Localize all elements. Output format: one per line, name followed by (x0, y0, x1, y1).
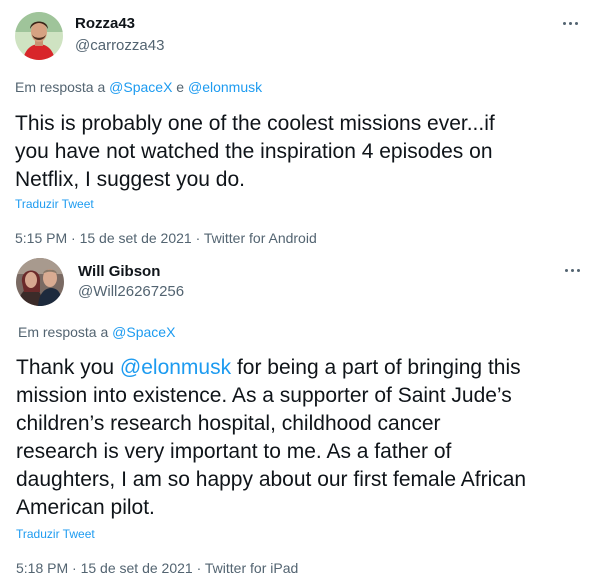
tweet-text-fragment: for being a part of bringing this (231, 356, 521, 379)
tweet-time[interactable]: 5:15 PM (15, 230, 67, 246)
translate-tweet-link[interactable]: Traduzir Tweet (16, 527, 95, 541)
avatar[interactable] (16, 258, 64, 306)
separator: · (191, 230, 204, 246)
tweet-source[interactable]: Twitter for iPad (205, 560, 298, 576)
reply-conjunction: e (172, 79, 188, 95)
tweet-text-line: Netflix, I suggest you do. (15, 168, 245, 191)
tweet-metadata: 5:18 PM · 15 de set de 2021 · Twitter fo… (16, 560, 298, 576)
translate-tweet-link[interactable]: Traduzir Tweet (15, 197, 94, 211)
reply-mention-spacex[interactable]: @SpaceX (109, 79, 172, 95)
tweet-text-line: research is very important to me. As a f… (16, 440, 452, 463)
tweet-card[interactable]: Will Gibson @Will26267256 Em resposta a … (0, 252, 595, 585)
avatar[interactable] (15, 12, 63, 60)
tweet-text-line: American pilot. (16, 496, 155, 519)
separator: · (68, 560, 81, 576)
tweet-metadata: 5:15 PM · 15 de set de 2021 · Twitter fo… (15, 230, 317, 246)
tweet-text-line: mission into existence. As a supporter o… (16, 384, 512, 407)
tweet-text: This is probably one of the coolest miss… (15, 110, 495, 194)
tweet-text-line: children’s research hospital, childhood … (16, 412, 441, 435)
separator: · (67, 230, 80, 246)
tweet-text-line: This is probably one of the coolest miss… (15, 112, 495, 135)
reply-mention-spacex[interactable]: @SpaceX (112, 324, 175, 340)
reply-prefix: Em resposta a (15, 79, 110, 95)
tweet-text-line: Thank you @elonmusk for being a part of … (16, 354, 526, 382)
user-handle[interactable]: @carrozza43 (75, 37, 164, 54)
profile-photo-icon (15, 12, 63, 60)
reply-mention-elonmusk[interactable]: @elonmusk (188, 79, 262, 95)
body-mention-elonmusk[interactable]: @elonmusk (120, 356, 231, 379)
profile-photo-icon (16, 258, 64, 306)
reply-context: Em resposta a @SpaceX e @elonmusk (15, 79, 262, 95)
display-name[interactable]: Rozza43 (75, 15, 135, 32)
reply-prefix: Em resposta a (18, 324, 113, 340)
tweet-text-line: you have not watched the inspiration 4 e… (15, 140, 493, 163)
tweet-source[interactable]: Twitter for Android (204, 230, 317, 246)
tweet-text-fragment: Thank you (16, 356, 120, 379)
reply-context: Em resposta a @SpaceX (18, 324, 175, 340)
user-handle[interactable]: @Will26267256 (78, 283, 184, 300)
tweet-date[interactable]: 15 de set de 2021 (81, 560, 193, 576)
tweet-date[interactable]: 15 de set de 2021 (80, 230, 192, 246)
tweet-time[interactable]: 5:18 PM (16, 560, 68, 576)
display-name[interactable]: Will Gibson (78, 263, 160, 280)
more-options-icon[interactable] (561, 19, 581, 29)
more-options-icon[interactable] (563, 266, 583, 276)
tweet-card[interactable]: Rozza43 @carrozza43 Em resposta a @Space… (0, 0, 595, 252)
tweet-text: Thank you @elonmusk for being a part of … (16, 354, 526, 522)
tweet-text-line: daughters, I am so happy about our first… (16, 468, 527, 491)
separator: · (192, 560, 205, 576)
